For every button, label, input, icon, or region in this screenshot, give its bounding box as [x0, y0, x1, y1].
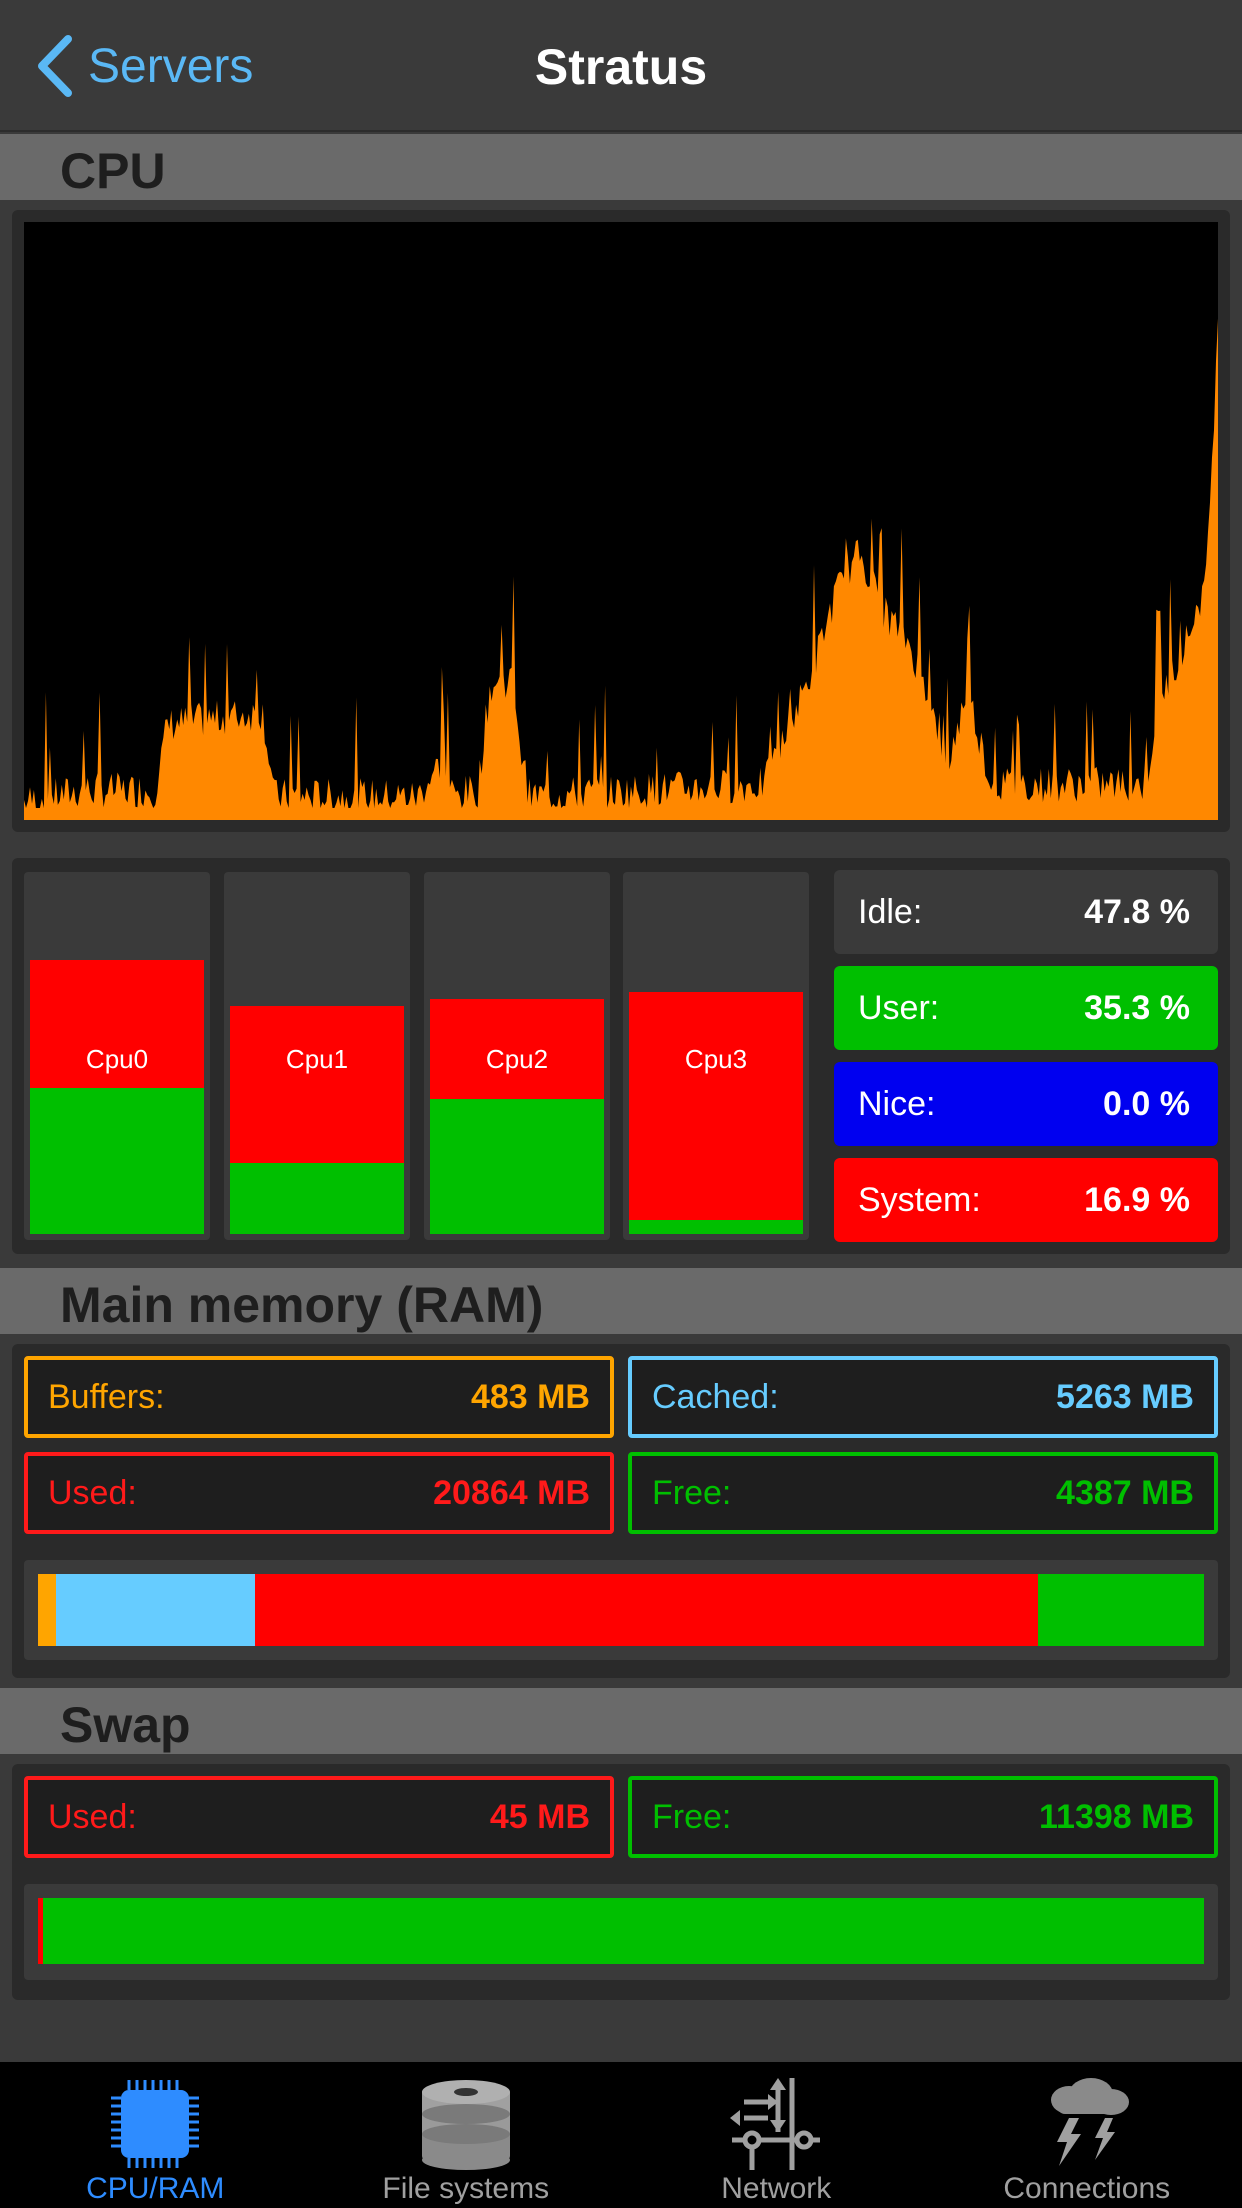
swap-free-value: 11398 MB — [1039, 1797, 1194, 1836]
cpu-stat-nice: Nice: 0.0 % — [834, 1062, 1218, 1146]
cpu-history-graph — [24, 222, 1218, 820]
cpu-core-label: Cpu2 — [485, 1044, 549, 1074]
cpu-stat-value: 0.0 % — [1103, 1084, 1190, 1123]
cpu-core-system-fill — [629, 992, 803, 1220]
cpu-stat-value: 16.9 % — [1084, 1180, 1190, 1219]
cpu-core-bar-1: Cpu1 — [224, 872, 410, 1240]
cpu-core-label: Cpu3 — [684, 1044, 748, 1074]
tab-bar: CPU/RAM File systems Network Connections — [0, 2062, 1242, 2208]
cpu-core-bar-0: Cpu0 — [24, 872, 210, 1240]
swap-section-header: Swap — [0, 1688, 1242, 1754]
tab-network[interactable]: Network — [621, 2062, 932, 2208]
tab-connections-label: Connections — [1003, 2172, 1171, 2205]
navigation-bar: Servers Stratus — [0, 0, 1242, 132]
cpu-section-header: CPU — [0, 134, 1242, 200]
ram-buffers-box: Buffers: 483 MB — [24, 1356, 614, 1438]
swap-usage-bar — [38, 1898, 1204, 1964]
cpu-stat-system: System: 16.9 % — [834, 1158, 1218, 1242]
ram-bar-buffers-segment — [38, 1574, 57, 1646]
tab-network-label: Network — [721, 2172, 832, 2205]
tab-file-systems[interactable]: File systems — [311, 2062, 622, 2208]
ram-bar-cached-segment — [56, 1574, 255, 1646]
swap-section-title: Swap — [60, 1697, 191, 1753]
cpu-core-label: Cpu0 — [85, 1044, 149, 1074]
cpu-stat-label: Nice: — [858, 1084, 936, 1123]
cpu-stat-value: 35.3 % — [1084, 988, 1190, 1027]
disk-stack-icon — [421, 2080, 510, 2170]
swap-bar-free-segment — [42, 1898, 1204, 1964]
swap-free-box: Free: 11398 MB — [628, 1776, 1218, 1858]
cpu-core-bar-2: Cpu2 — [424, 872, 610, 1240]
ram-buffers-value: 483 MB — [470, 1377, 590, 1416]
tab-cpu-ram-label: CPU/RAM — [86, 2172, 225, 2205]
cpu-chip-icon — [111, 2080, 200, 2168]
swap-used-box: Used: 45 MB — [24, 1776, 614, 1858]
swap-used-label: Used: — [48, 1797, 137, 1836]
storm-cloud-icon — [1050, 2078, 1129, 2166]
cpu-history-area — [24, 318, 1218, 820]
ram-used-value: 20864 MB — [433, 1473, 590, 1512]
ram-section-header: Main memory (RAM) — [0, 1268, 1242, 1334]
swap-used-value: 45 MB — [489, 1797, 590, 1836]
ram-usage-bar — [38, 1574, 1204, 1646]
cpu-core-user-fill — [30, 1088, 204, 1234]
ram-free-label: Free: — [652, 1473, 732, 1512]
cpu-stat-label: User: — [858, 988, 940, 1027]
ram-cached-label: Cached: — [652, 1377, 779, 1416]
tab-cpu-ram[interactable]: CPU/RAM — [0, 2062, 311, 2208]
cpu-section-title: CPU — [60, 143, 166, 199]
ram-free-value: 4387 MB — [1056, 1473, 1194, 1512]
ram-used-box: Used: 20864 MB — [24, 1452, 614, 1534]
ram-used-label: Used: — [48, 1473, 137, 1512]
tab-connections[interactable]: Connections — [932, 2062, 1242, 2208]
cpu-stat-user: User: 35.3 % — [834, 966, 1218, 1050]
tab-file-systems-label: File systems — [382, 2172, 550, 2205]
cpu-stat-idle: Idle: 47.8 % — [834, 870, 1218, 954]
ram-buffers-label: Buffers: — [48, 1377, 165, 1416]
cpu-stat-label: Idle: — [858, 892, 923, 931]
ram-bar-used-segment — [254, 1574, 1039, 1646]
cpu-core-user-fill — [230, 1163, 404, 1234]
network-icon — [730, 2078, 821, 2170]
cpu-core-system-fill — [230, 1006, 404, 1163]
cpu-stat-value: 47.8 % — [1084, 892, 1190, 931]
cpu-core-bar-3: Cpu3 — [623, 872, 809, 1240]
cpu-stat-label: System: — [858, 1180, 981, 1219]
ram-section-title: Main memory (RAM) — [60, 1277, 544, 1333]
swap-free-label: Free: — [652, 1797, 732, 1836]
cpu-core-user-fill — [629, 1220, 803, 1234]
cpu-core-user-fill — [430, 1099, 604, 1234]
ram-free-box: Free: 4387 MB — [628, 1452, 1218, 1534]
ram-cached-box: Cached: 5263 MB — [628, 1356, 1218, 1438]
page-title: Stratus — [534, 39, 708, 95]
cpu-core-label: Cpu1 — [285, 1044, 349, 1074]
ram-bar-free-segment — [1038, 1574, 1204, 1646]
ram-cached-value: 5263 MB — [1056, 1377, 1194, 1416]
